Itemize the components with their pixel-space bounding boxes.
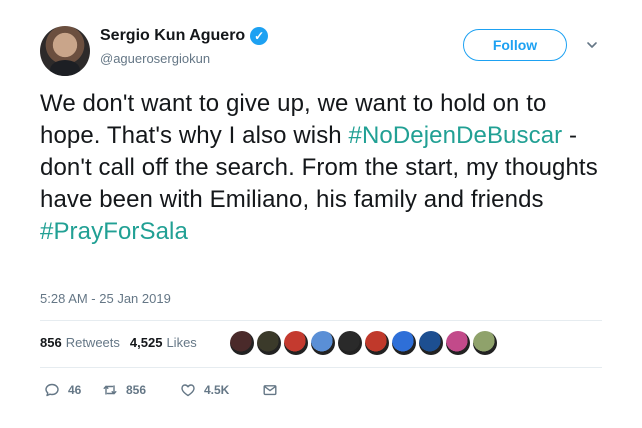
reply-icon (45, 383, 59, 397)
divider (40, 320, 602, 321)
liker-avatar[interactable] (338, 331, 362, 355)
liker-avatar[interactable] (473, 331, 497, 355)
liker-avatar[interactable] (257, 331, 281, 355)
user-handle[interactable]: @aguerosergiokun (100, 51, 210, 66)
liker-avatar[interactable] (284, 331, 308, 355)
like-count: 4.5K (204, 383, 230, 397)
direct-message-button[interactable] (262, 382, 278, 398)
liker-avatar[interactable] (311, 331, 335, 355)
tweet-card: Sergio Kun Aguero ✓ @aguerosergiokun Fol… (0, 0, 642, 428)
tweet-timestamp[interactable]: 5:28 AM - 25 Jan 2019 (40, 291, 171, 306)
liker-avatar[interactable] (392, 331, 416, 355)
retweets-count[interactable]: 856 (40, 335, 62, 350)
avatar[interactable] (40, 26, 90, 76)
likes-count[interactable]: 4,525 (130, 335, 163, 350)
like-button[interactable]: 4.5K (180, 382, 262, 398)
liker-avatar[interactable] (365, 331, 389, 355)
display-name[interactable]: Sergio Kun Aguero (100, 27, 245, 45)
heart-icon (181, 384, 195, 397)
follow-button[interactable]: Follow (463, 29, 567, 61)
engagement-stats: 856 Retweets 4,525 Likes (40, 335, 207, 350)
reply-button[interactable]: 46 (44, 382, 102, 398)
retweet-count: 856 (126, 383, 147, 397)
retweet-button[interactable]: 856 (102, 382, 180, 398)
liker-avatar[interactable] (230, 331, 254, 355)
divider (40, 367, 602, 368)
liker-avatar[interactable] (419, 331, 443, 355)
retweet-icon (103, 385, 117, 395)
chevron-down-icon[interactable] (585, 38, 599, 52)
likes-label[interactable]: Likes (166, 335, 196, 350)
hashtag-link[interactable]: #PrayForSala (40, 218, 188, 245)
tweet-actions: 46 856 4.5K (44, 382, 278, 398)
liker-avatar[interactable] (446, 331, 470, 355)
hashtag-link[interactable]: #NoDejenDeBuscar (349, 122, 563, 149)
reply-count: 46 (68, 383, 82, 397)
retweets-label[interactable]: Retweets (66, 335, 120, 350)
tweet-text: We don't want to give up, we want to hol… (40, 88, 605, 248)
verified-badge-icon: ✓ (250, 27, 269, 45)
author-name-row: Sergio Kun Aguero ✓ (100, 27, 269, 45)
envelope-icon (263, 385, 277, 396)
liker-avatars (230, 331, 497, 355)
